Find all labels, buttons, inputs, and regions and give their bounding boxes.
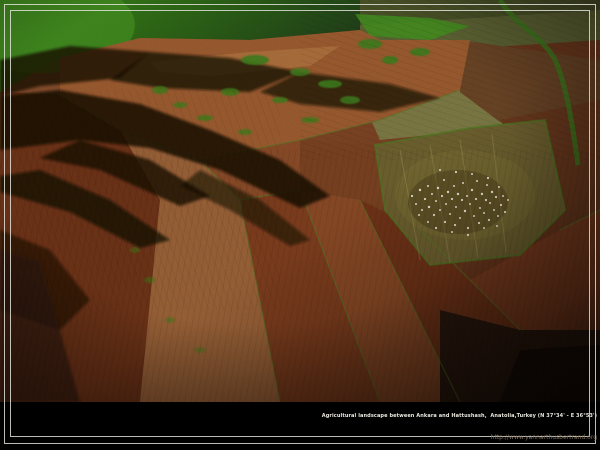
caption-photo-title: Agricultural landscape between Ankara an… bbox=[322, 413, 597, 420]
caption-photo-url: http://www.yannarthusbertrand.org bbox=[322, 434, 597, 441]
caption: Agricultural landscape between Ankara an… bbox=[322, 399, 597, 450]
aerial-photo bbox=[0, 0, 600, 402]
film-grain bbox=[0, 0, 600, 402]
wallpaper: Agricultural landscape between Ankara an… bbox=[0, 0, 600, 450]
